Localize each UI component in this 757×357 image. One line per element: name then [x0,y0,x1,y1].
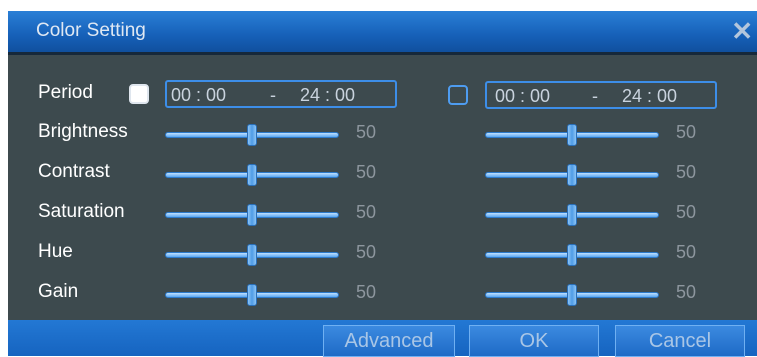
brightness-value-1: 50 [356,122,377,142]
contrast-slider-2[interactable] [485,164,659,186]
period-2-end-time[interactable]: 24 : 00 [622,86,677,107]
brightness-label: Brightness [38,121,128,142]
cancel-button[interactable]: Cancel [615,325,745,357]
gain-value-2: 50 [676,282,697,302]
period-1-checkbox[interactable] [129,84,149,104]
contrast-label: Contrast [38,161,110,182]
hue-slider-2[interactable] [485,244,659,266]
saturation-label: Saturation [38,201,125,222]
period-1-end-time[interactable]: 24 : 00 [300,85,355,106]
period-1-start-time[interactable]: 00 : 00 [171,85,226,106]
hue-value-2: 50 [676,242,697,262]
period-2-dash: - [592,86,598,106]
period-1-dash: - [270,85,276,105]
close-icon[interactable]: ✕ [731,16,753,46]
slider-handle[interactable] [567,124,577,146]
contrast-slider-1[interactable] [165,164,339,186]
gain-slider-1[interactable] [165,284,339,306]
contrast-value-2: 50 [676,162,697,182]
ok-button[interactable]: OK [469,325,599,357]
slider-handle[interactable] [247,244,257,266]
hue-label: Hue [38,241,73,262]
slider-handle[interactable] [567,164,577,186]
period-2-time-range[interactable]: 00 : 00 - 24 : 00 [485,81,717,109]
brightness-slider-1[interactable] [165,124,339,146]
hue-value-1: 50 [356,242,377,262]
period-label: Period [38,82,93,103]
contrast-value-1: 50 [356,162,377,182]
title-separator [8,52,757,55]
period-1-time-range[interactable]: 00 : 00 - 24 : 00 [165,80,397,108]
brightness-slider-2[interactable] [485,124,659,146]
saturation-value-2: 50 [676,202,697,222]
slider-handle[interactable] [247,204,257,226]
gain-slider-2[interactable] [485,284,659,306]
period-2-checkbox[interactable] [448,85,468,105]
period-2-start-time[interactable]: 00 : 00 [495,86,550,107]
hue-slider-1[interactable] [165,244,339,266]
saturation-slider-1[interactable] [165,204,339,226]
slider-handle[interactable] [567,244,577,266]
gain-label: Gain [38,281,79,302]
saturation-slider-2[interactable] [485,204,659,226]
slider-handle[interactable] [247,164,257,186]
advanced-button[interactable]: Advanced [323,325,455,357]
slider-handle[interactable] [247,284,257,306]
dialog-title-bar: Color Setting ✕ [8,11,757,52]
color-setting-dialog: Color Setting ✕ Period 00 : 00 - 24 : 00… [8,11,757,357]
brightness-value-2: 50 [676,122,697,142]
gain-value-1: 50 [356,282,377,302]
slider-handle[interactable] [567,284,577,306]
dialog-title: Color Setting [36,20,146,41]
saturation-value-1: 50 [356,202,377,222]
slider-handle[interactable] [247,124,257,146]
slider-handle[interactable] [567,204,577,226]
